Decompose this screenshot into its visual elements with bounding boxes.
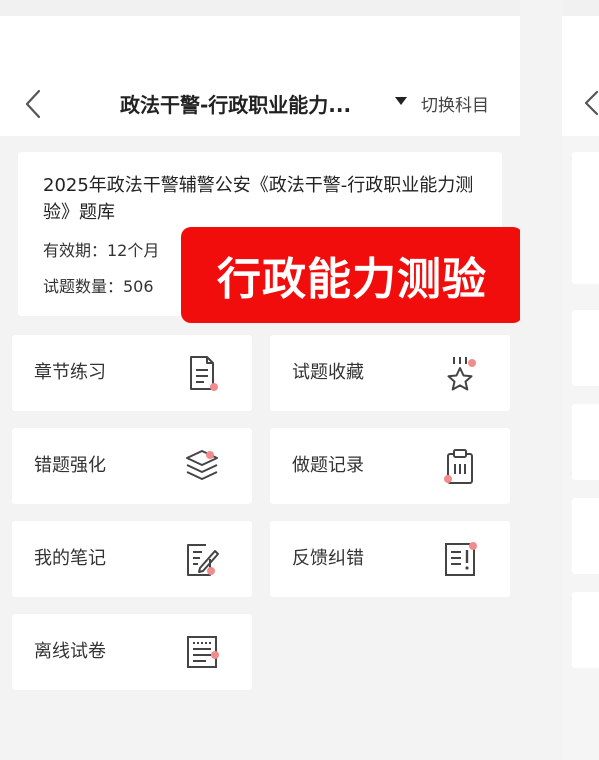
note-edit-icon (182, 539, 222, 579)
caret-down-icon (395, 97, 407, 105)
practice-record-tile[interactable]: 做题记录 (270, 428, 510, 504)
chevron-left-icon (584, 90, 599, 116)
next-screen-tile (572, 310, 599, 386)
layers-icon (182, 446, 222, 486)
chapter-practice-label: 章节练习 (34, 362, 106, 383)
wrong-question-tile[interactable]: 错题强化 (12, 428, 252, 504)
my-notes-label: 我的笔记 (34, 548, 106, 569)
offline-paper-icon (182, 632, 222, 672)
status-strip (0, 0, 520, 16)
wrong-question-label: 错题强化 (34, 455, 106, 476)
question-favorites-tile[interactable]: 试题收藏 (270, 335, 510, 411)
document-icon (182, 353, 222, 393)
my-notes-tile[interactable]: 我的笔记 (12, 521, 252, 597)
next-screen-back-button[interactable] (582, 86, 599, 120)
chevron-left-icon (25, 89, 41, 119)
offline-paper-tile[interactable]: 离线试卷 (12, 614, 252, 690)
next-screen-tile (572, 498, 599, 574)
subject-title[interactable]: 政法干警-行政职业能力... (120, 86, 390, 120)
next-screen-card (572, 152, 599, 284)
switch-subject-link[interactable]: 切换科目 (421, 86, 489, 120)
next-screen-tile (572, 404, 599, 480)
next-screen-preview (562, 0, 599, 760)
back-button[interactable] (18, 84, 48, 124)
next-screen-tile (572, 592, 599, 668)
chapter-practice-tile[interactable]: 章节练习 (12, 335, 252, 411)
practice-record-label: 做题记录 (292, 455, 364, 476)
offline-paper-label: 离线试卷 (34, 641, 106, 662)
validity-text: 有效期：12个月 (43, 241, 160, 260)
next-screen-status-strip (562, 0, 599, 16)
star-icon (440, 353, 480, 393)
subject-screen: 政法干警-行政职业能力... 切换科目 2025年政法干警辅警公安《政法干警-行… (0, 0, 520, 760)
subject-dropdown[interactable] (393, 93, 409, 109)
question-count-text: 试题数量：506 (43, 277, 154, 296)
feedback-icon (440, 539, 480, 579)
clipboard-icon (440, 446, 480, 486)
overlay-banner: 行政能力测验 (181, 227, 520, 323)
question-favorites-label: 试题收藏 (292, 362, 364, 383)
question-bank-title: 2025年政法干警辅警公安《政法干警-行政职业能力测验》题库 (43, 175, 474, 223)
feedback-label: 反馈纠错 (292, 548, 364, 569)
feedback-tile[interactable]: 反馈纠错 (270, 521, 510, 597)
